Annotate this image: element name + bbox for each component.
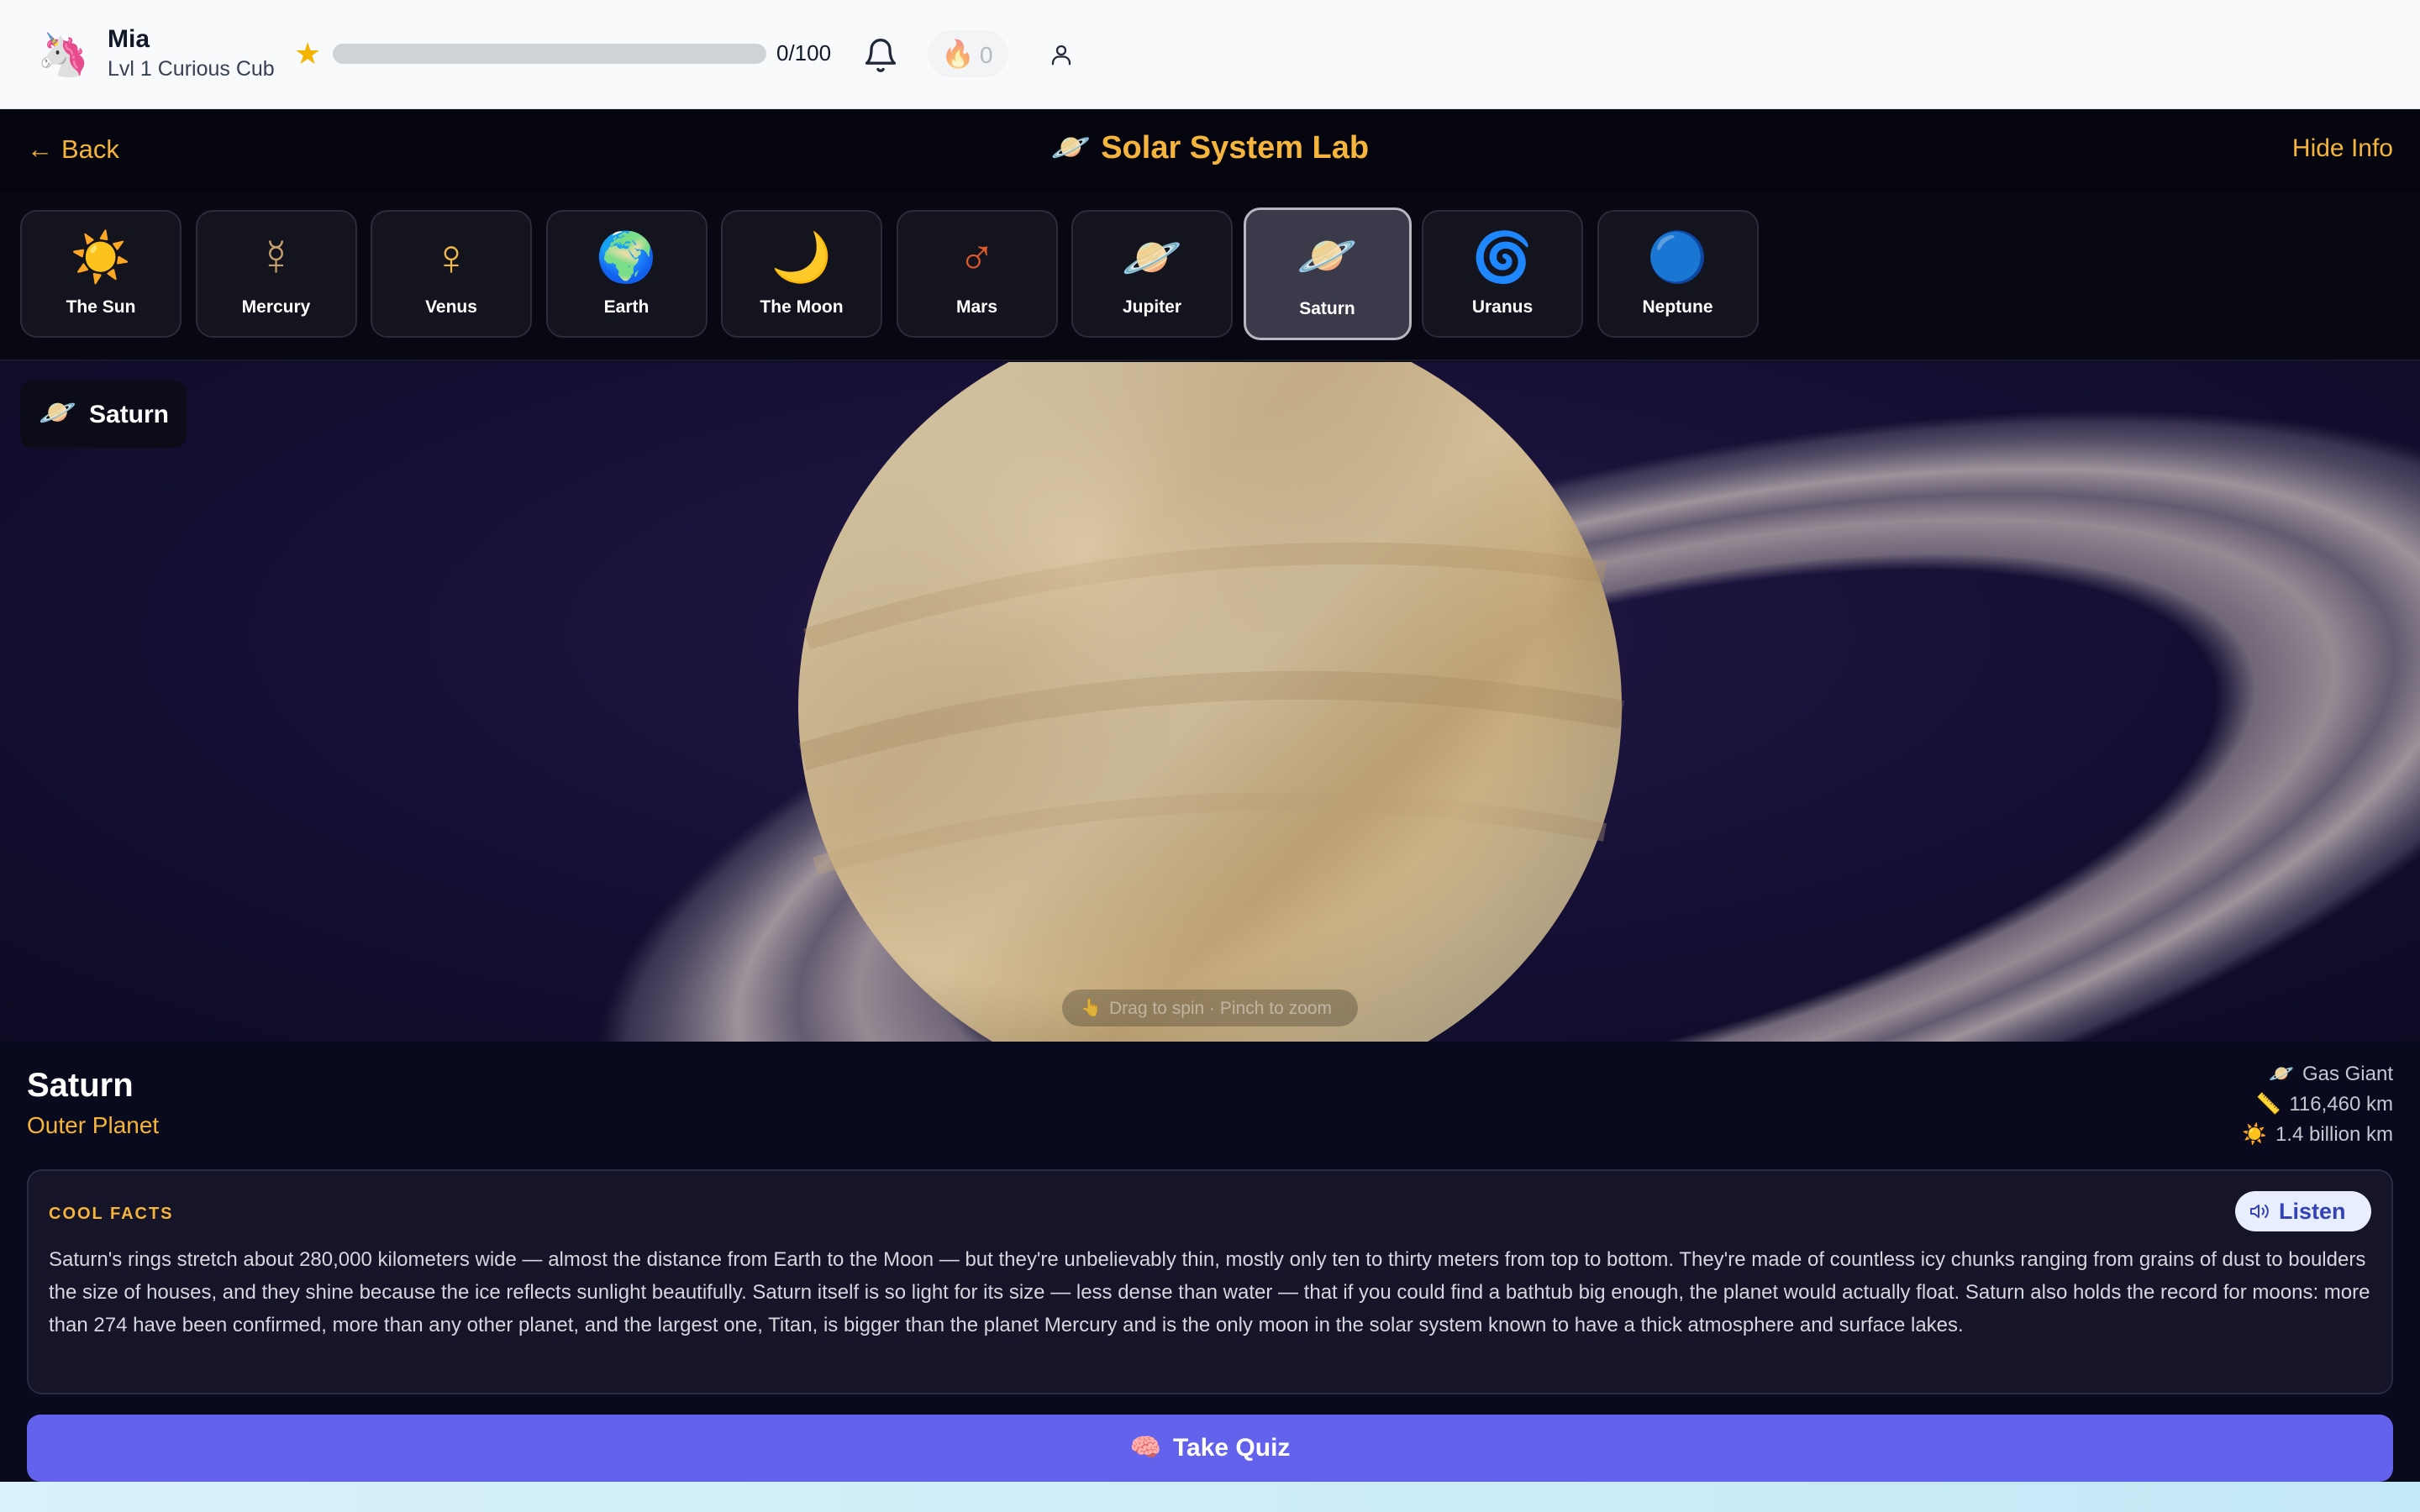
facts-text: Saturn's rings stretch about 280,000 kil… [49, 1248, 2370, 1336]
planet-card-the-sun[interactable]: ☀️ The Sun [20, 210, 182, 338]
planet-name: Saturn [27, 1067, 134, 1104]
take-quiz-label: Take Quiz [1172, 1434, 1291, 1462]
planet-card-saturn[interactable]: 🪐 Saturn [1243, 207, 1412, 340]
stat-type: 🪐 Gas Giant [2269, 1062, 2393, 1086]
neptune-icon: 🔵 [1647, 230, 1708, 285]
planet-card-label: Mars [955, 297, 998, 317]
listen-button[interactable]: Listen [2235, 1191, 2371, 1231]
ringed-planet-icon: 🪐 [2269, 1063, 2294, 1085]
hide-info-button[interactable]: Hide Info [2292, 134, 2393, 163]
planet-card-label: The Moon [760, 297, 844, 317]
planet-card-label: Venus [425, 297, 477, 317]
planet-card-neptune[interactable]: 🔵 Neptune [1597, 210, 1759, 338]
saturn-icon: 🪐 [1297, 228, 1358, 283]
flame-icon: 🔥 [941, 39, 975, 69]
planet-card-label: Saturn [1299, 299, 1355, 318]
gesture-hint: 👆 Drag to spin · Pinch to zoom [1062, 990, 1358, 1026]
planet-card-label: Jupiter [1122, 297, 1181, 317]
top-bar: 🦄 Mia Lvl 1 Curious Cub ★ 0/100 🔥 0 [0, 0, 2420, 109]
sun-icon: ☀️ [2242, 1123, 2267, 1146]
listen-label: Listen [2279, 1199, 2346, 1224]
earth-icon: 🌍 [596, 230, 657, 285]
speaker-icon [2250, 1205, 2269, 1218]
planet-category: Outer Planet [27, 1112, 160, 1138]
planet-card-earth[interactable]: 🌍 Earth [545, 210, 708, 338]
planet-card-label: Uranus [1471, 297, 1534, 317]
bell-icon[interactable] [862, 37, 899, 74]
pointing-finger-icon: 👆 [1081, 999, 1102, 1017]
planet-card-label: Earth [603, 297, 650, 317]
the-sun-icon: ☀️ [70, 230, 132, 285]
user-level: Lvl 1 Curious Cub [108, 57, 275, 81]
user-icon [1051, 45, 1071, 66]
streak-counter[interactable]: 🔥 0 [928, 30, 1008, 77]
streak-count: 0 [980, 42, 993, 68]
stat-distance-text: 1.4 billion km [2275, 1123, 2393, 1146]
planet-card-uranus[interactable]: 🌀 Uranus [1422, 210, 1583, 338]
jupiter-icon: 🪐 [1121, 230, 1183, 285]
page-title: 🪐 Solar System Lab [0, 129, 2420, 166]
ruler-icon: 📏 [2255, 1093, 2281, 1116]
stat-diameter: 📏 116,460 km [2255, 1092, 2393, 1116]
star-icon: ★ [294, 36, 322, 71]
viewer-planet-label: Saturn [89, 401, 170, 428]
stat-diameter-text: 116,460 km [2289, 1093, 2393, 1116]
saturn-render [597, 362, 2420, 1042]
unicorn-icon: 🦄 [37, 31, 90, 78]
planet-viewer[interactable]: 🪐 Saturn 👆 Drag to spin · Pinch to zoom [0, 362, 2420, 1042]
mercury-icon: ☿ [257, 229, 295, 286]
facts-heading: COOL FACTS [49, 1205, 174, 1223]
take-quiz-content: 🧠 Take Quiz [27, 1415, 2393, 1482]
venus-icon: ♀ [432, 229, 471, 286]
planet-card-the-moon[interactable]: 🌙 The Moon [721, 210, 882, 338]
page-title-text: Solar System Lab [1101, 130, 1370, 165]
planet-card-mercury[interactable]: ☿ Mercury [195, 210, 357, 338]
planet-card-venus[interactable]: ♀ Venus [371, 210, 532, 338]
mars-icon: ♂ [958, 229, 996, 286]
stat-distance: ☀️ 1.4 billion km [2242, 1122, 2393, 1147]
brain-icon: 🧠 [1129, 1434, 1161, 1462]
xp-progress-bar [333, 44, 766, 64]
planet-card-mars[interactable]: ♂ Mars [896, 210, 1058, 338]
uranus-icon: 🌀 [1471, 230, 1534, 285]
ringed-planet-icon: 🪐 [1050, 130, 1092, 165]
planet-card-label: Neptune [1642, 297, 1713, 317]
profile-button[interactable] [1037, 30, 1086, 79]
bottom-strip [0, 1482, 2420, 1512]
stat-type-text: Gas Giant [2302, 1063, 2393, 1085]
cool-facts-card: COOL FACTS Listen Saturn's rings stretch… [27, 1169, 2393, 1394]
the-moon-icon: 🌙 [771, 230, 833, 285]
viewer-planet-badge: 🪐 Saturn [20, 381, 187, 448]
planet-card-jupiter[interactable]: 🪐 Jupiter [1071, 210, 1233, 338]
take-quiz-button[interactable]: 🧠 Take Quiz [27, 1415, 2393, 1482]
planet-selector: ☀️ The Sun ☿ Mercury ♀ Venus 🌍 Earth 🌙 The Moon ♂ M… [0, 193, 2420, 361]
user-name: Mia [108, 25, 150, 53]
ringed-planet-icon: 🪐 [39, 395, 76, 429]
xp-progress-text: 0/100 [776, 40, 832, 66]
gesture-hint-text: Drag to spin · Pinch to zoom [1109, 999, 1332, 1018]
lab-header: ← Back 🪐 Solar System Lab Hide Info [0, 109, 2420, 193]
planet-card-label: The Sun [66, 297, 136, 317]
planet-info-panel: Saturn Outer Planet 🪐 Gas Giant 📏 116,460 … [0, 1042, 2420, 1512]
planet-card-label: Mercury [241, 297, 311, 317]
